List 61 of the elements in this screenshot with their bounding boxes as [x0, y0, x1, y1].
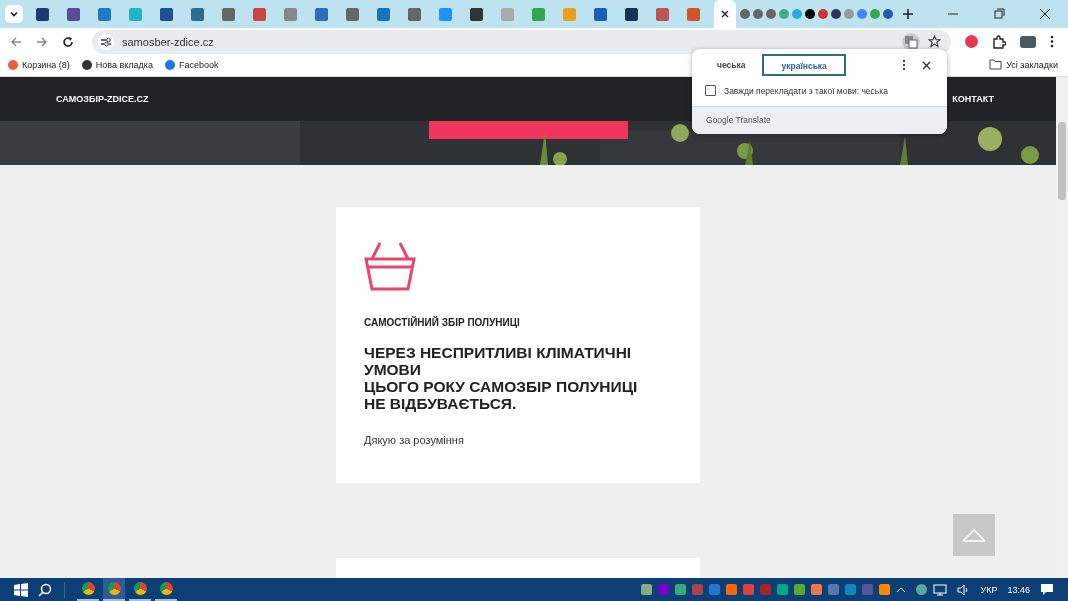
clock[interactable]: 13:46	[1007, 584, 1030, 595]
monitor-icon[interactable]	[932, 583, 947, 596]
site-settings-icon[interactable]	[98, 33, 114, 50]
chevron-down-icon[interactable]	[9, 9, 19, 19]
tab-favicon-icon[interactable]	[625, 7, 638, 21]
bookmark-link[interactable]: Facebook	[164, 59, 219, 70]
tray-app-icon[interactable]	[674, 584, 686, 595]
search-icon[interactable]	[38, 582, 52, 597]
tray-app-icon[interactable]	[810, 584, 822, 595]
scrollbar-thumb[interactable]	[1058, 122, 1066, 200]
network-icon[interactable]	[915, 584, 927, 595]
new-tab-button[interactable]	[901, 7, 915, 21]
site-logo[interactable]: САМОЗБІР-ZDICE.CZ	[56, 94, 149, 104]
profile-avatar-icon[interactable]	[1020, 35, 1036, 48]
tab-search-button[interactable]	[5, 5, 23, 23]
close-icon[interactable]	[1039, 8, 1051, 20]
close-icon[interactable]	[922, 60, 931, 70]
reload-icon[interactable]	[62, 35, 74, 48]
tray-app-icon[interactable]	[878, 584, 890, 595]
all-bookmarks-button[interactable]: Усі закладки	[989, 59, 1058, 71]
folder-icon[interactable]	[989, 59, 1003, 71]
tray-app-icon[interactable]	[725, 584, 737, 595]
basket-icon	[364, 241, 416, 291]
browser-taskbar-icon[interactable]	[103, 578, 125, 601]
tray-app-icon[interactable]	[742, 584, 754, 595]
checkbox-label: Завжди перекладати з такої мови: чеська	[724, 85, 888, 96]
bookmark-link[interactable]: Нова вкладка	[81, 59, 153, 70]
more-options-icon[interactable]	[902, 59, 906, 71]
checkbox[interactable]	[705, 85, 716, 96]
language-indicator[interactable]: УКР	[980, 584, 998, 595]
notifications-icon[interactable]	[1040, 583, 1054, 596]
adblock-icon[interactable]	[965, 35, 979, 49]
card-subtitle: САМОСТІЙНИЙ ЗБІР ПОЛУНИЦІ	[364, 317, 521, 328]
language-tab[interactable]: українська	[762, 54, 846, 76]
translate-icon[interactable]	[902, 32, 921, 51]
language-tab[interactable]: чеська	[700, 54, 763, 76]
tab-favicon-icon[interactable]	[36, 7, 49, 21]
menu-icon[interactable]	[1050, 35, 1054, 49]
puzzle-icon[interactable]	[992, 34, 1007, 49]
tray-app-icon[interactable]	[640, 584, 652, 595]
close-icon[interactable]	[720, 9, 730, 19]
start-icon[interactable]	[14, 582, 28, 597]
address-bar[interactable]: samosber-zdice.cz	[92, 29, 952, 54]
tray-app-icon[interactable]	[827, 584, 839, 595]
google-translate-label: Google Translate	[706, 115, 771, 125]
forward-icon[interactable]	[36, 35, 48, 48]
chevron-up-icon[interactable]	[895, 586, 906, 593]
tab-favicon-icon[interactable]	[470, 7, 483, 21]
card-text: Дякую за розуміння	[364, 434, 465, 446]
back-icon[interactable]	[10, 35, 22, 48]
tray-app-icon[interactable]	[844, 584, 856, 595]
bookmark-link[interactable]: Корзина (8)	[8, 59, 70, 70]
tab-favicon-icon[interactable]	[160, 7, 173, 21]
card-heading: ЧЕРЕЗ НЕСПРИТЛИВІ КЛІМАТИЧНІ УМОВИ ЦЬОГО РОКУ САМОЗБІР ПОЛУНИЦІ НЕ ВІДБУВАЄТЬСЯ.	[364, 344, 639, 412]
speaker-icon[interactable]	[956, 583, 971, 596]
nav-link[interactable]: КОНТАКТ	[952, 94, 994, 104]
tray-app-icon[interactable]	[776, 584, 788, 595]
restore-icon[interactable]	[993, 8, 1005, 20]
bookmark-star-icon[interactable]	[928, 35, 942, 49]
tray-app-icon[interactable]	[793, 584, 805, 595]
tray-app-icon[interactable]	[708, 584, 720, 595]
